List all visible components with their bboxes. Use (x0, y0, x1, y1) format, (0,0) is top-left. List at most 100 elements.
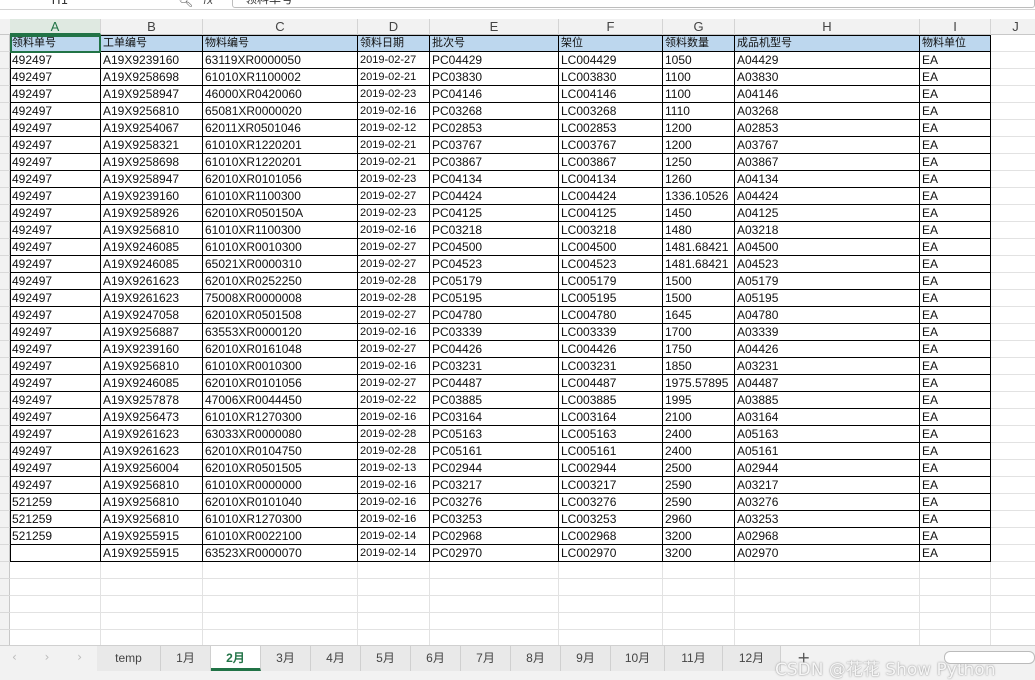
table-cell[interactable]: 62010XR0501508 (203, 307, 357, 324)
sheet-tab[interactable]: 3月 (261, 646, 311, 671)
table-cell[interactable]: PC03231 (430, 358, 558, 375)
row-header[interactable] (0, 511, 10, 528)
row-header[interactable] (0, 392, 10, 409)
column-header-i[interactable]: I (920, 19, 991, 35)
table-cell[interactable]: A19X9239160 (101, 52, 202, 69)
table-cell[interactable]: A03253 (735, 511, 919, 528)
table-cell[interactable]: 63523XR0000070 (203, 545, 357, 562)
table-cell[interactable]: 75008XR0000008 (203, 290, 357, 307)
table-cell[interactable]: 492497 (10, 443, 100, 460)
table-cell[interactable]: LC005195 (559, 290, 662, 307)
table-cell[interactable]: 2019-02-21 (358, 69, 429, 86)
row-header[interactable] (0, 443, 10, 460)
table-cell[interactable]: 63033XR0000080 (203, 426, 357, 443)
table-cell[interactable]: 61010XR0010300 (203, 239, 357, 256)
table-cell[interactable]: 521259 (10, 528, 100, 545)
column-header-e[interactable]: E (430, 19, 559, 35)
row-header[interactable] (0, 86, 10, 103)
table-cell[interactable]: A04426 (735, 341, 919, 358)
table-cell[interactable]: 1480 (663, 222, 734, 239)
table-cell[interactable]: EA (920, 120, 990, 137)
table-cell[interactable]: 492497 (10, 188, 100, 205)
table-cell[interactable]: EA (920, 324, 990, 341)
column-header-b[interactable]: B (101, 19, 203, 35)
sheet-tab[interactable]: 5月 (361, 646, 411, 671)
table-cell[interactable]: A05179 (735, 273, 919, 290)
table-cell[interactable]: 1250 (663, 154, 734, 171)
table-cell[interactable]: A19X9261623 (101, 273, 202, 290)
table-cell[interactable]: A19X9258698 (101, 154, 202, 171)
row-header[interactable] (0, 579, 10, 596)
table-cell[interactable]: 1700 (663, 324, 734, 341)
row-header[interactable] (0, 103, 10, 120)
table-cell[interactable]: 62010XR0252250 (203, 273, 357, 290)
table-cell[interactable]: 61010XR1100300 (203, 222, 357, 239)
table-cell[interactable]: 2019-02-23 (358, 86, 429, 103)
table-cell[interactable]: LC003217 (559, 477, 662, 494)
table-cell[interactable]: EA (920, 341, 990, 358)
table-cell[interactable]: A19X9261623 (101, 443, 202, 460)
table-cell[interactable]: 62010XR050150A (203, 205, 357, 222)
row-header[interactable] (0, 358, 10, 375)
table-cell[interactable]: 492497 (10, 324, 100, 341)
table-cell[interactable]: 492497 (10, 120, 100, 137)
table-cell[interactable]: LC004780 (559, 307, 662, 324)
column-header-j[interactable]: J (991, 19, 1035, 35)
name-box[interactable]: H1 (10, 0, 110, 8)
table-cell[interactable]: LC002970 (559, 545, 662, 562)
row-header[interactable] (0, 188, 10, 205)
table-cell[interactable]: 61010XR1220201 (203, 154, 357, 171)
header-cell[interactable]: 物料单位 (920, 35, 990, 52)
table-cell[interactable]: A19X9239160 (101, 341, 202, 358)
table-cell[interactable]: A19X9254067 (101, 120, 202, 137)
table-cell[interactable]: EA (920, 494, 990, 511)
table-cell[interactable]: 2019-02-27 (358, 239, 429, 256)
sheet-tab[interactable]: 10月 (611, 646, 665, 671)
table-cell[interactable]: A04500 (735, 239, 919, 256)
row-header[interactable] (0, 290, 10, 307)
table-cell[interactable]: PC03885 (430, 392, 558, 409)
sheet-tab[interactable]: 6月 (411, 646, 461, 671)
table-cell[interactable]: A05161 (735, 443, 919, 460)
table-cell[interactable]: LC004429 (559, 52, 662, 69)
table-cell[interactable]: 2019-02-16 (358, 222, 429, 239)
table-cell[interactable]: 2590 (663, 477, 734, 494)
table-cell[interactable]: LC004134 (559, 171, 662, 188)
row-header[interactable] (0, 222, 10, 239)
table-cell[interactable]: A19X9246085 (101, 256, 202, 273)
table-cell[interactable]: 1200 (663, 137, 734, 154)
table-cell[interactable]: A04125 (735, 205, 919, 222)
table-cell[interactable]: EA (920, 239, 990, 256)
header-cell[interactable]: 领料数量 (663, 35, 734, 52)
table-cell[interactable]: PC04780 (430, 307, 558, 324)
table-cell[interactable]: A05195 (735, 290, 919, 307)
table-cell[interactable]: 1481.68421 (663, 239, 734, 256)
table-cell[interactable]: 61010XR0000000 (203, 477, 357, 494)
table-cell[interactable]: LC003276 (559, 494, 662, 511)
table-cell[interactable]: 2019-02-27 (358, 256, 429, 273)
table-cell[interactable]: EA (920, 358, 990, 375)
table-cell[interactable]: 62011XR0501046 (203, 120, 357, 137)
table-cell[interactable]: A02944 (735, 460, 919, 477)
table-cell[interactable]: A03339 (735, 324, 919, 341)
table-cell[interactable]: LC003867 (559, 154, 662, 171)
table-cell[interactable]: 492497 (10, 358, 100, 375)
sheet-nav-arrows[interactable]: ‹ › › (12, 650, 94, 664)
table-cell[interactable]: A19X9246085 (101, 239, 202, 256)
table-cell[interactable]: 2019-02-27 (358, 375, 429, 392)
row-header[interactable] (0, 545, 10, 562)
column-header-d[interactable]: D (358, 19, 430, 35)
row-header[interactable] (0, 239, 10, 256)
table-cell[interactable]: 61010XR1270300 (203, 409, 357, 426)
table-cell[interactable]: PC04125 (430, 205, 558, 222)
table-cell[interactable]: A19X9256810 (101, 511, 202, 528)
table-cell[interactable]: EA (920, 222, 990, 239)
table-cell[interactable]: A03217 (735, 477, 919, 494)
table-cell[interactable]: A19X9258947 (101, 171, 202, 188)
table-cell[interactable]: EA (920, 171, 990, 188)
row-header[interactable] (0, 171, 10, 188)
table-cell[interactable]: PC02968 (430, 528, 558, 545)
row-header[interactable] (0, 426, 10, 443)
table-cell[interactable]: A02970 (735, 545, 919, 562)
table-cell[interactable]: PC04134 (430, 171, 558, 188)
